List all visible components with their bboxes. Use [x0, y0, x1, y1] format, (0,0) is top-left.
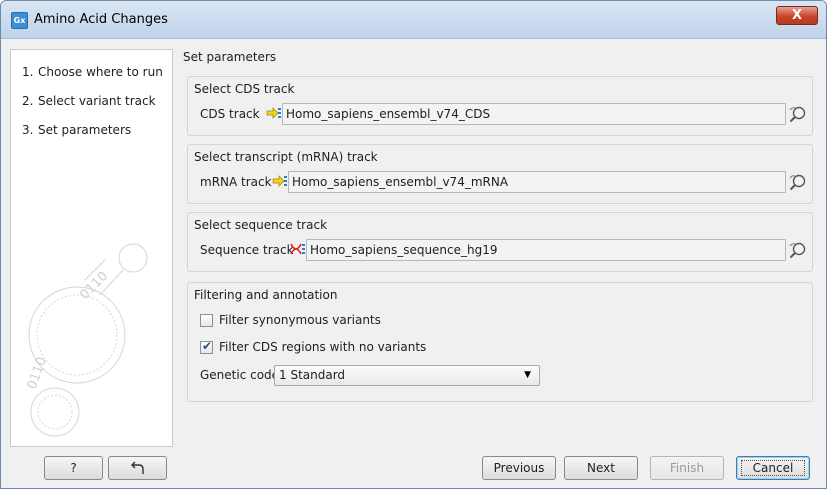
sequence-track-label: Sequence track	[200, 243, 294, 257]
mrna-track-label: mRNA track	[200, 175, 272, 189]
cancel-button[interactable]: Cancel	[736, 456, 810, 480]
annotation-track-icon	[266, 107, 281, 119]
filter-synonymous-checkbox[interactable]	[200, 314, 213, 327]
annotation-track-icon	[272, 175, 287, 187]
reset-icon	[130, 461, 144, 474]
cds-track-label: CDS track	[200, 107, 260, 121]
group-title: Select sequence track	[194, 218, 328, 232]
genetic-code-label: Genetic code	[200, 368, 280, 382]
step-number: 2.	[22, 94, 34, 108]
svg-text:0110: 0110	[77, 269, 111, 303]
help-button[interactable]: ?	[44, 456, 103, 480]
sequence-track-field[interactable]: Homo_sapiens_sequence_hg19	[306, 239, 786, 261]
title-bar: Gx Amino Acid Changes X	[1, 1, 826, 39]
mrna-track-field[interactable]: Homo_sapiens_ensembl_v74_mRNA	[288, 171, 786, 193]
step-choose-where-to-run: 1. Choose where to run	[22, 65, 163, 79]
mrna-track-group: Select transcript (mRNA) track mRNA trac…	[187, 144, 813, 204]
sequence-track-icon	[290, 243, 305, 255]
group-title: Select transcript (mRNA) track	[194, 150, 378, 164]
browse-icon[interactable]	[788, 172, 808, 192]
filter-cds-checkbox[interactable]: ✔	[200, 339, 213, 354]
chevron-down-icon: ▼	[524, 370, 531, 380]
previous-button[interactable]: Previous	[482, 456, 556, 480]
parameters-panel: Set parameters Select CDS track CDS trac…	[178, 43, 823, 449]
filter-cds-label: Filter CDS regions with no variants	[219, 340, 427, 354]
focus-ring	[741, 460, 805, 476]
filter-synonymous-label: Filter synonymous variants	[219, 313, 381, 327]
genetic-code-value: 1 Standard	[279, 368, 346, 382]
browse-icon[interactable]	[788, 240, 808, 260]
step-label: Choose where to run	[38, 65, 163, 79]
next-button[interactable]: Next	[564, 456, 638, 480]
step-label: Select variant track	[38, 94, 156, 108]
group-title: Select CDS track	[194, 82, 295, 96]
wizard-steps-panel: 1. Choose where to run 2. Select variant t…	[10, 49, 173, 447]
step-number: 1.	[22, 65, 34, 79]
close-button[interactable]: X	[776, 6, 818, 25]
step-select-variant-track: 2. Select variant track	[22, 94, 156, 108]
step-number: 3.	[22, 123, 34, 137]
dialog-window: Gx Amino Acid Changes X 1. Choose where t…	[0, 0, 827, 489]
reset-button[interactable]	[108, 456, 167, 480]
cds-track-group: Select CDS track CDS track Homo_sapiens_…	[187, 76, 813, 136]
browse-icon[interactable]	[788, 104, 808, 124]
app-icon: Gx	[11, 12, 28, 29]
cds-track-field[interactable]: Homo_sapiens_ensembl_v74_CDS	[282, 103, 786, 125]
genetic-code-select[interactable]: 1 Standard ▼	[274, 365, 540, 386]
step-set-parameters: 3. Set parameters	[22, 123, 131, 137]
sequence-track-group: Select sequence track Sequence track Hom…	[187, 212, 813, 272]
checkmark-icon: ✔	[202, 339, 213, 353]
finish-button[interactable]: Finish	[650, 456, 724, 480]
panel-header: Set parameters	[183, 50, 277, 64]
svg-text:0110: 0110	[25, 355, 50, 391]
filtering-annotation-group: Filtering and annotation Filter synonymo…	[187, 282, 813, 402]
window-title: Amino Acid Changes	[34, 12, 168, 27]
watermark-graphic: 0110 0110	[25, 243, 148, 437]
group-title: Filtering and annotation	[194, 288, 338, 302]
step-label: Set parameters	[38, 123, 132, 137]
